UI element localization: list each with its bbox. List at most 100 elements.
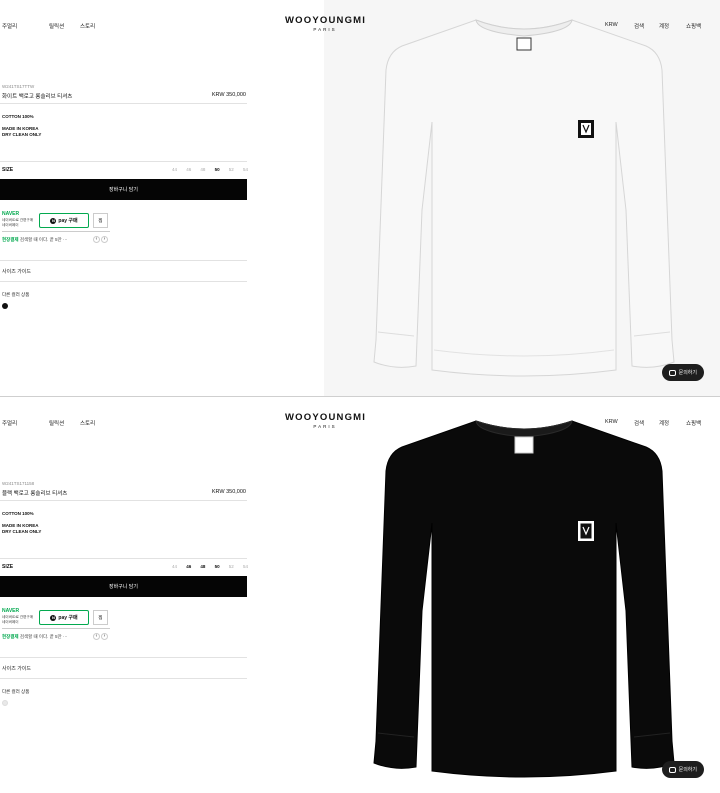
shirt-body bbox=[373, 420, 675, 778]
care-instructions: DRY CLEAN ONLY bbox=[2, 131, 42, 137]
logo-wordmark: WOOYOUNGMI bbox=[285, 412, 367, 423]
product-price: KRW 350,000 bbox=[211, 92, 246, 98]
naver-logo: NAVER bbox=[2, 211, 20, 217]
shirt-body bbox=[373, 19, 675, 377]
chevron-right-icon[interactable]: › bbox=[101, 633, 108, 640]
divider bbox=[0, 103, 247, 104]
chevron-left-icon[interactable]: ‹ bbox=[93, 633, 100, 640]
naver-logo: NAVER bbox=[2, 608, 20, 614]
promo-body: 검색할 때 이다. 끝 5만 ··· bbox=[19, 634, 68, 639]
divider bbox=[0, 500, 247, 501]
add-to-cart-button[interactable]: 장바구니 담기 bbox=[0, 576, 247, 597]
promo-text: 현장결제 검색할 때 이다. 끝 5만 ··· bbox=[2, 237, 67, 243]
nav-shopping-bag[interactable]: 쇼핑백 bbox=[686, 22, 701, 30]
size-guide-link[interactable]: 사이즈 가이드 bbox=[2, 268, 31, 275]
size-option-selected[interactable]: 50 bbox=[215, 167, 220, 172]
product-name: 화이트 백로고 롱슬리브 티셔츠 bbox=[2, 94, 73, 100]
chat-icon bbox=[668, 369, 676, 376]
divider bbox=[0, 161, 247, 162]
logo-subtitle: PARIS bbox=[313, 27, 337, 32]
size-option[interactable]: 50 bbox=[215, 564, 220, 569]
size-guide-link[interactable]: 사이즈 가이드 bbox=[2, 665, 31, 672]
color-swatch-black[interactable] bbox=[2, 303, 8, 309]
size-option[interactable]: 44 bbox=[172, 564, 177, 569]
nav-link-collection[interactable]: 릴릭션 bbox=[49, 419, 64, 427]
inquiry-button[interactable]: 문의하기 bbox=[661, 761, 704, 778]
logo-subtitle: PARIS bbox=[313, 424, 337, 429]
divider bbox=[0, 678, 247, 679]
promo-body: 검색할 때 이다. 끝 5만 ··· bbox=[19, 237, 68, 242]
product-care-info: MADE IN KOREA DRY CLEAN ONLY bbox=[2, 126, 41, 137]
inquiry-button[interactable]: 문의하기 bbox=[661, 364, 704, 381]
white-tshirt-image bbox=[373, 19, 675, 377]
naver-n-icon: N bbox=[50, 217, 57, 224]
naver-pay-widget: NAVER 네이버ID로 간편구매 네이버페이 Npay 구매 찜 bbox=[2, 607, 110, 629]
divider bbox=[0, 558, 247, 559]
product-sku: W241TS17TTW bbox=[2, 84, 35, 89]
size-option[interactable]: 54 bbox=[243, 564, 248, 569]
naver-caption: 네이버페이 bbox=[2, 223, 19, 227]
care-instructions: DRY CLEAN ONLY bbox=[2, 528, 42, 534]
size-option[interactable]: 44 bbox=[172, 167, 177, 172]
nav-currency[interactable]: KRW bbox=[605, 419, 618, 425]
size-label: SIZE bbox=[2, 167, 14, 173]
size-label: SIZE bbox=[2, 564, 14, 570]
size-option[interactable]: 52 bbox=[229, 564, 234, 569]
nav-account[interactable]: 계정 bbox=[659, 419, 669, 427]
add-to-cart-button[interactable]: 장바구니 담기 bbox=[0, 179, 247, 200]
product-sku: W241TS171158 bbox=[2, 481, 35, 486]
size-option[interactable]: 52 bbox=[229, 167, 234, 172]
inquiry-label: 문의하기 bbox=[678, 370, 697, 376]
nav-shopping-bag[interactable]: 쇼핑백 bbox=[686, 419, 701, 427]
naver-pay-label: pay 구매 bbox=[58, 218, 78, 224]
naver-caption: 네이버페이 bbox=[2, 620, 19, 624]
size-selector: 44 46 48 50 52 54 bbox=[172, 167, 248, 172]
nav-search[interactable]: 검색 bbox=[634, 419, 644, 427]
logo-wordmark: WOOYOUNGMI bbox=[285, 15, 367, 26]
black-tshirt-image bbox=[373, 420, 675, 778]
naver-pay-widget: NAVER 네이버ID로 간편구매 네이버페이 Npay 구매 찜 bbox=[2, 210, 110, 232]
nav-link-jewelry[interactable]: 주얼리 bbox=[2, 22, 17, 30]
inquiry-label: 문의하기 bbox=[678, 767, 697, 773]
nav-account[interactable]: 계정 bbox=[659, 22, 669, 30]
product-composition: COTTON 100% bbox=[2, 511, 34, 516]
size-option[interactable]: 46 bbox=[186, 167, 191, 172]
size-option[interactable]: 46 bbox=[186, 564, 191, 569]
product-name: 블랙 백로고 롱슬리브 티셔츠 bbox=[2, 491, 68, 497]
wishlist-button[interactable]: 찜 bbox=[93, 213, 108, 228]
nav-link-collection[interactable]: 릴릭션 bbox=[49, 22, 64, 30]
size-option-selected[interactable]: 48 bbox=[200, 564, 205, 569]
size-option[interactable]: 54 bbox=[243, 167, 248, 172]
chevron-left-icon[interactable]: ‹ bbox=[93, 236, 100, 243]
divider bbox=[2, 231, 110, 232]
wishlist-button[interactable]: 찜 bbox=[93, 610, 108, 625]
brand-logo[interactable]: WOOYOUNGMI PARIS bbox=[285, 15, 365, 32]
color-swatch-white[interactable] bbox=[2, 700, 8, 706]
size-selector: 44 46 48 50 52 54 bbox=[172, 564, 248, 569]
nav-search[interactable]: 검색 bbox=[634, 22, 644, 30]
divider bbox=[2, 628, 110, 629]
product-care-info: MADE IN KOREA DRY CLEAN ONLY bbox=[2, 523, 41, 534]
nav-link-story[interactable]: 스토리 bbox=[80, 22, 95, 30]
brand-logo[interactable]: WOOYOUNGMI PARIS bbox=[285, 412, 365, 429]
product-panel-white: 문의하기 주얼리 릴릭션 스토리 WOOYOUNGMI PARIS KRW 검색… bbox=[0, 0, 720, 396]
divider bbox=[0, 657, 247, 658]
size-option[interactable]: 48 bbox=[200, 167, 205, 172]
made-in: MADE IN KOREA bbox=[2, 523, 39, 528]
nav-link-jewelry[interactable]: 주얼리 bbox=[2, 419, 17, 427]
product-composition: COTTON 100% bbox=[2, 114, 34, 119]
naver-pay-button[interactable]: Npay 구매 bbox=[39, 610, 89, 625]
promo-text: 현장결제 검색할 때 이다. 끝 5만 ··· bbox=[2, 634, 67, 640]
product-image-area: 문의하기 bbox=[324, 0, 720, 396]
naver-pay-button[interactable]: Npay 구매 bbox=[39, 213, 89, 228]
promo-pager: ‹ › bbox=[92, 633, 108, 640]
divider bbox=[0, 260, 247, 261]
nav-link-story[interactable]: 스토리 bbox=[80, 419, 95, 427]
other-colors-label: 다른 컬러 상품 bbox=[2, 689, 30, 694]
divider bbox=[0, 281, 247, 282]
neck-label bbox=[516, 37, 532, 51]
neck-label bbox=[514, 436, 534, 454]
chevron-right-icon[interactable]: › bbox=[101, 236, 108, 243]
nav-currency[interactable]: KRW bbox=[605, 22, 618, 28]
naver-pay-label: pay 구매 bbox=[58, 615, 78, 621]
